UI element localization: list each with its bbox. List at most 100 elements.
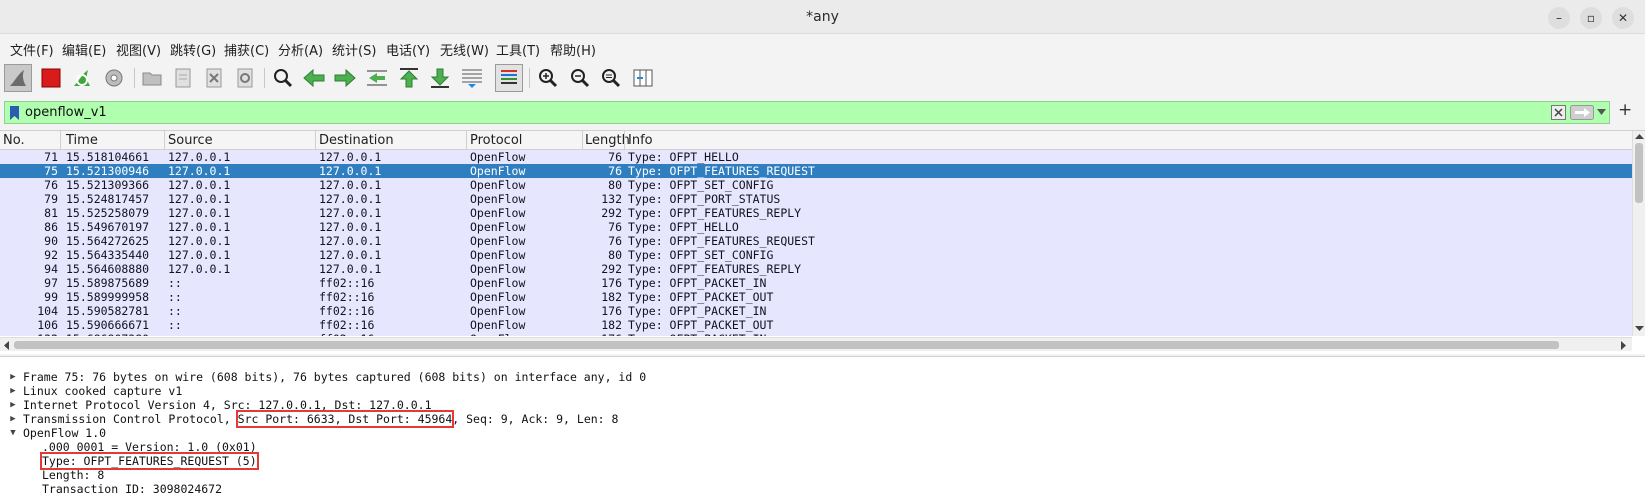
scroll-right-icon[interactable] — [1620, 341, 1627, 350]
collapse-arrow-icon[interactable]: ▼ — [8, 426, 18, 440]
packet-cell-time: 15.564608880 — [66, 262, 150, 276]
packet-row[interactable]: 75 15.521300946 127.0.0.1 127.0.0.1 OpenFlow… — [0, 164, 1632, 178]
packet-row[interactable]: 132 15.686807380::ff02::16 OpenFlow 176 Type… — [0, 332, 1632, 336]
packet-row[interactable]: 79 15.524817457 127.0.0.1 127.0.0.1 OpenFlow… — [0, 192, 1632, 206]
menu-statistics[interactable]: 统计(S) — [332, 40, 376, 59]
packet-row[interactable]: 86 15.549670197 127.0.0.1 127.0.0.1 OpenFlow… — [0, 220, 1632, 234]
packet-row[interactable]: 99 15.589999958:: ff02::16 OpenFlow 182 Type:… — [0, 290, 1632, 304]
menu-analyze[interactable]: 分析(A) — [278, 40, 323, 59]
scroll-down-icon[interactable] — [1635, 325, 1644, 332]
packet-row[interactable]: 106 15.590666671:: ff02::16 OpenFlow 182 Type… — [0, 318, 1632, 332]
gear-icon — [105, 69, 123, 87]
zoom-out-button[interactable] — [566, 64, 594, 92]
packet-cell-dst: ff02::16 — [319, 290, 375, 304]
last-packet-button[interactable] — [426, 64, 454, 92]
shark-fin-icon — [10, 70, 26, 86]
packet-cell-no: 75 — [44, 164, 58, 178]
packet-row[interactable]: 71 15.518104661 127.0.0.1 127.0.0.1 OpenFlow… — [0, 150, 1632, 164]
menu-go[interactable]: 跳转(G) — [170, 40, 216, 59]
go-to-packet-button[interactable] — [363, 64, 391, 92]
apply-filter-icon[interactable] — [1570, 105, 1594, 120]
packet-row[interactable]: 94 15.564608880 127.0.0.1 127.0.0.1 OpenFlow… — [0, 262, 1632, 276]
column-destination[interactable]: Destination — [319, 133, 394, 148]
menu-file[interactable]: 文件(F) — [10, 40, 54, 59]
toolbar-separator — [264, 68, 265, 88]
display-filter-input[interactable]: openflow_v1 — [4, 101, 1610, 124]
chevron-down-icon[interactable] — [1597, 108, 1606, 116]
find-packet-button[interactable] — [269, 64, 297, 92]
add-filter-button[interactable]: + — [1618, 100, 1632, 120]
packet-row[interactable]: 97 15.589875689:: ff02::16 OpenFlow 176 Type:… — [0, 276, 1632, 290]
packet-cell-time: 15.524817457 — [66, 192, 150, 206]
clear-filter-icon[interactable] — [1551, 105, 1566, 120]
vertical-scroll-thumb[interactable] — [1635, 143, 1643, 203]
zoom-in-button[interactable] — [534, 64, 562, 92]
close-file-button[interactable] — [200, 64, 228, 92]
column-divider[interactable] — [624, 131, 625, 150]
packet-cell-proto: OpenFlow — [470, 332, 525, 336]
start-capture-button[interactable] — [4, 64, 32, 92]
menu-wireless[interactable]: 无线(W) — [440, 40, 489, 59]
go-back-button[interactable] — [300, 64, 328, 92]
packet-cell-dst: ff02::16 — [319, 304, 375, 318]
column-protocol[interactable]: Protocol — [470, 133, 522, 148]
column-source[interactable]: Source — [168, 133, 213, 148]
column-divider[interactable] — [315, 131, 316, 150]
packet-row[interactable]: 81 15.525258079 127.0.0.1 127.0.0.1 OpenFlow… — [0, 206, 1632, 220]
menu-capture[interactable]: 捕获(C) — [224, 40, 269, 59]
expand-arrow-icon[interactable]: ▶ — [8, 398, 18, 412]
scroll-up-icon[interactable] — [1635, 133, 1644, 140]
horizontal-scroll-thumb[interactable] — [14, 341, 1559, 349]
jump-to-packet-icon — [367, 70, 387, 86]
expand-arrow-icon[interactable]: ▶ — [8, 412, 18, 426]
menu-tools[interactable]: 工具(T) — [496, 40, 540, 59]
auto-scroll-button[interactable] — [458, 64, 486, 92]
column-no[interactable]: No. — [3, 133, 25, 148]
packet-cell-len: 176 — [601, 276, 622, 290]
packet-list-horizontal-scrollbar[interactable] — [0, 337, 1632, 351]
open-file-button[interactable] — [138, 64, 166, 92]
scroll-left-icon[interactable] — [3, 341, 10, 350]
packet-cell-no: 79 — [44, 192, 58, 206]
menu-help[interactable]: 帮助(H) — [550, 40, 596, 59]
packet-cell-info: Type: OFPT_SET_CONFIG — [628, 178, 774, 192]
resize-columns-button[interactable] — [629, 64, 657, 92]
column-divider[interactable] — [582, 131, 583, 150]
maximize-button[interactable]: ▫ — [1580, 7, 1602, 29]
capture-options-button[interactable] — [100, 64, 128, 92]
packet-row[interactable]: 90 15.564272625 127.0.0.1 127.0.0.1 OpenFlow… — [0, 234, 1632, 248]
expand-arrow-icon[interactable]: ▶ — [8, 370, 18, 384]
packet-cell-src: :: — [168, 276, 182, 290]
packet-cell-no: 90 — [44, 234, 58, 248]
packet-row[interactable]: 92 15.564335440 127.0.0.1 127.0.0.1 OpenFlow… — [0, 248, 1632, 262]
normal-size-button[interactable] — [597, 64, 625, 92]
menu-telephony[interactable]: 电话(Y) — [386, 40, 430, 59]
packet-cell-time: 15.521309366 — [66, 178, 150, 192]
restart-capture-button[interactable] — [68, 64, 96, 92]
packet-list-vertical-scrollbar[interactable] — [1632, 131, 1645, 336]
close-button[interactable]: ✕ — [1612, 7, 1634, 29]
column-divider[interactable] — [164, 131, 165, 150]
column-divider[interactable] — [60, 131, 61, 150]
menu-view[interactable]: 视图(V) — [116, 40, 161, 59]
minimize-button[interactable]: – — [1548, 7, 1570, 29]
expand-arrow-icon[interactable]: ▶ — [8, 384, 18, 398]
packet-row[interactable]: 104 15.590582781:: ff02::16 OpenFlow 176 Type… — [0, 304, 1632, 318]
go-forward-button[interactable] — [331, 64, 359, 92]
packet-cell-time: 15.549670197 — [66, 220, 150, 234]
packet-row[interactable]: 76 15.521309366 127.0.0.1 127.0.0.1 OpenFlow… — [0, 178, 1632, 192]
first-packet-button[interactable] — [395, 64, 423, 92]
column-divider[interactable] — [466, 131, 467, 150]
column-info[interactable]: Info — [628, 133, 653, 148]
arrow-down-icon — [430, 68, 450, 88]
save-file-button[interactable] — [169, 64, 197, 92]
column-time[interactable]: Time — [66, 133, 98, 148]
reload-file-button[interactable] — [231, 64, 259, 92]
packet-cell-src: :: — [168, 304, 182, 318]
colorize-button[interactable] — [495, 64, 523, 92]
detail-linux-text: Linux cooked capture v1 — [23, 384, 183, 398]
bookmark-icon[interactable] — [9, 105, 20, 121]
stop-capture-button[interactable] — [37, 64, 65, 92]
detail-length-text: Length: 8 — [42, 468, 105, 482]
menu-edit[interactable]: 编辑(E) — [62, 40, 106, 59]
